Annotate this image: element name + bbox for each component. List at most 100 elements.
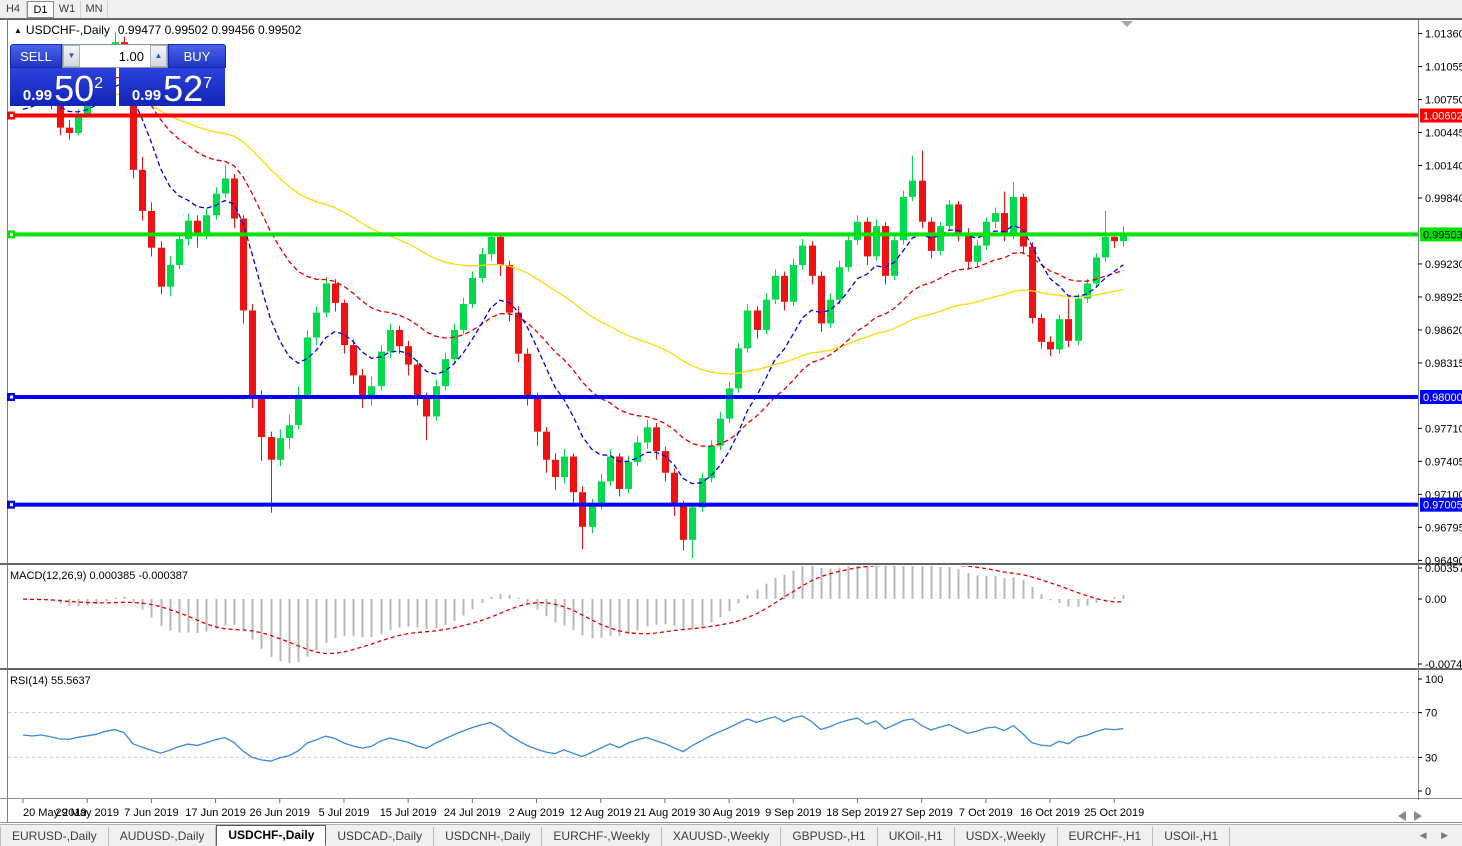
date-axis-label: 17 Jun 2019 [185, 807, 246, 819]
candle-bull [717, 419, 724, 446]
candle-bull [854, 222, 861, 240]
candle-bull [167, 265, 174, 287]
candle-bear [653, 427, 660, 451]
candle-bear [515, 313, 522, 354]
date-axis-label: 2 Aug 2019 [509, 807, 565, 819]
price-axis-tick-label: 0.97710 [1425, 423, 1462, 435]
price-axis-tick-label: 0.97405 [1425, 456, 1462, 468]
timeframe-button-w1[interactable]: W1 [54, 1, 81, 18]
candle-bear [1020, 197, 1027, 247]
date-axis-label: 24 Jul 2019 [444, 807, 501, 819]
candle-bull [689, 507, 696, 539]
candle-bull [845, 240, 852, 267]
date-axis-label: 16 Oct 2019 [1020, 807, 1080, 819]
chart-tab-usdx-weekly[interactable]: USDX-,Weekly [955, 827, 1058, 846]
volume-input[interactable]: 1.00 [80, 45, 150, 67]
volume-increase-button[interactable]: ▲ [150, 45, 167, 67]
candle-bull [304, 338, 311, 395]
candle-bear [543, 432, 550, 460]
chart-tab-usoil-h1[interactable]: USOil-,H1 [1153, 827, 1230, 846]
date-axis-label: 5 Jul 2019 [319, 807, 370, 819]
sell-price-pip: 2 [94, 79, 103, 89]
candle-bear [524, 354, 531, 397]
rsi-value: 55.5637 [51, 675, 91, 687]
price-axis-tick-label: 0.98925 [1425, 292, 1462, 304]
price-axis-tick-label: 1.00445 [1425, 127, 1462, 139]
rsi-axis-tick-label: 30 [1425, 752, 1437, 764]
candle-bear [1047, 342, 1054, 350]
candle-bull [763, 300, 770, 330]
price-tag-label: 1.00602 [1423, 111, 1462, 123]
candle-bear [139, 170, 146, 211]
date-axis-label: 9 Sep 2019 [765, 807, 821, 819]
chart-canvas[interactable]: 1.006020.995030.980000.970051.013601.010… [0, 0, 1462, 846]
candle-bear [1065, 319, 1072, 341]
chart-tab-eurchf-h1[interactable]: EURCHF-,H1 [1058, 827, 1154, 846]
buy-button[interactable]: BUY [168, 44, 226, 68]
buy-price-frac: 0.99 [132, 88, 161, 103]
macd-indicator-label: MACD(12,26,9) 0.000385 -0.000387 [10, 570, 188, 582]
candle-bear [955, 204, 962, 232]
timeframe-button-h4[interactable]: H4 [0, 1, 27, 18]
candle-bull [176, 239, 183, 265]
rsi-axis-tick-label: 0 [1425, 786, 1431, 798]
date-axis-label: 29 May 2019 [55, 807, 119, 819]
chevron-up-icon: ▲ [155, 52, 163, 60]
candle-bear [66, 128, 73, 133]
horizontal-line-0.98000[interactable] [8, 395, 1418, 399]
candle-bull [836, 267, 843, 299]
buy-price-display[interactable]: 0.99 52 7 [119, 68, 225, 106]
candle-bear [341, 303, 348, 345]
volume-decrease-button[interactable]: ▼ [63, 45, 80, 67]
rsi-name: RSI(14) [10, 675, 48, 687]
candle-bull [460, 304, 467, 330]
price-tag-label: 0.98000 [1423, 392, 1462, 404]
candle-bear [864, 222, 871, 257]
candle-bull [387, 330, 394, 352]
tab-scroll-arrows[interactable]: ◀ ▶ [1420, 830, 1454, 841]
candle-bull [909, 181, 916, 197]
timeframe-button-d1[interactable]: D1 [27, 1, 54, 18]
candle-bear [258, 397, 265, 437]
candle-bull [488, 237, 495, 254]
candle-bear [396, 330, 403, 346]
candle-bear [497, 237, 504, 265]
candle-bear [158, 248, 165, 287]
chart-tab-eurusd-daily[interactable]: EURUSD-,Daily [0, 827, 109, 846]
horizontal-line-0.97005[interactable] [8, 503, 1418, 507]
chart-tab-audusd-daily[interactable]: AUDUSD-,Daily [109, 827, 217, 846]
price-axis-tick-label: 0.99230 [1425, 259, 1462, 271]
candle-bull [442, 359, 449, 386]
candle-bear [662, 451, 669, 473]
horizontal-line-0.99503[interactable] [8, 232, 1418, 236]
chart-tab-usdchf-daily[interactable]: USDCHF-,Daily [216, 825, 326, 846]
price-axis-tick-label: 1.01360 [1425, 28, 1462, 40]
candle-bear [534, 397, 541, 432]
sell-button[interactable]: SELL [10, 44, 62, 68]
date-axis-label: 30 Aug 2019 [698, 807, 760, 819]
candle-bull [607, 457, 614, 482]
sell-price-display[interactable]: 0.99 50 2 [10, 68, 116, 106]
date-axis-label: 18 Sep 2019 [826, 807, 888, 819]
candle-bull [644, 427, 651, 442]
line-anchor-dot [10, 396, 13, 399]
chart-tab-usdcad-daily[interactable]: USDCAD-,Daily [326, 827, 434, 846]
timeframe-toolbar: H4D1W1MN [0, 0, 1462, 19]
candle-bear [148, 211, 155, 248]
chart-tab-xauusd-weekly[interactable]: XAUUSD-,Weekly [662, 827, 781, 846]
candle-bear [552, 460, 559, 477]
candle-bull [277, 438, 284, 460]
chart-tab-gbpusd-h1[interactable]: GBPUSD-,H1 [781, 827, 877, 846]
candle-bull [1010, 197, 1017, 235]
chart-tab-eurchf-weekly[interactable]: EURCHF-,Weekly [542, 827, 661, 846]
date-axis-label: 26 Jun 2019 [249, 807, 310, 819]
chart-tab-ukoil-h1[interactable]: UKOil-,H1 [878, 827, 955, 846]
horizontal-line-1.00602[interactable] [8, 114, 1418, 118]
buy-price-pip: 7 [203, 79, 212, 89]
price-tag-label: 0.99503 [1423, 229, 1462, 241]
sell-price-frac: 0.99 [23, 88, 52, 103]
candle-bear [414, 365, 421, 397]
candle-bull [772, 276, 779, 300]
chart-tab-usdcnh-daily[interactable]: USDCNH-,Daily [434, 827, 542, 846]
timeframe-button-mn[interactable]: MN [81, 1, 108, 18]
